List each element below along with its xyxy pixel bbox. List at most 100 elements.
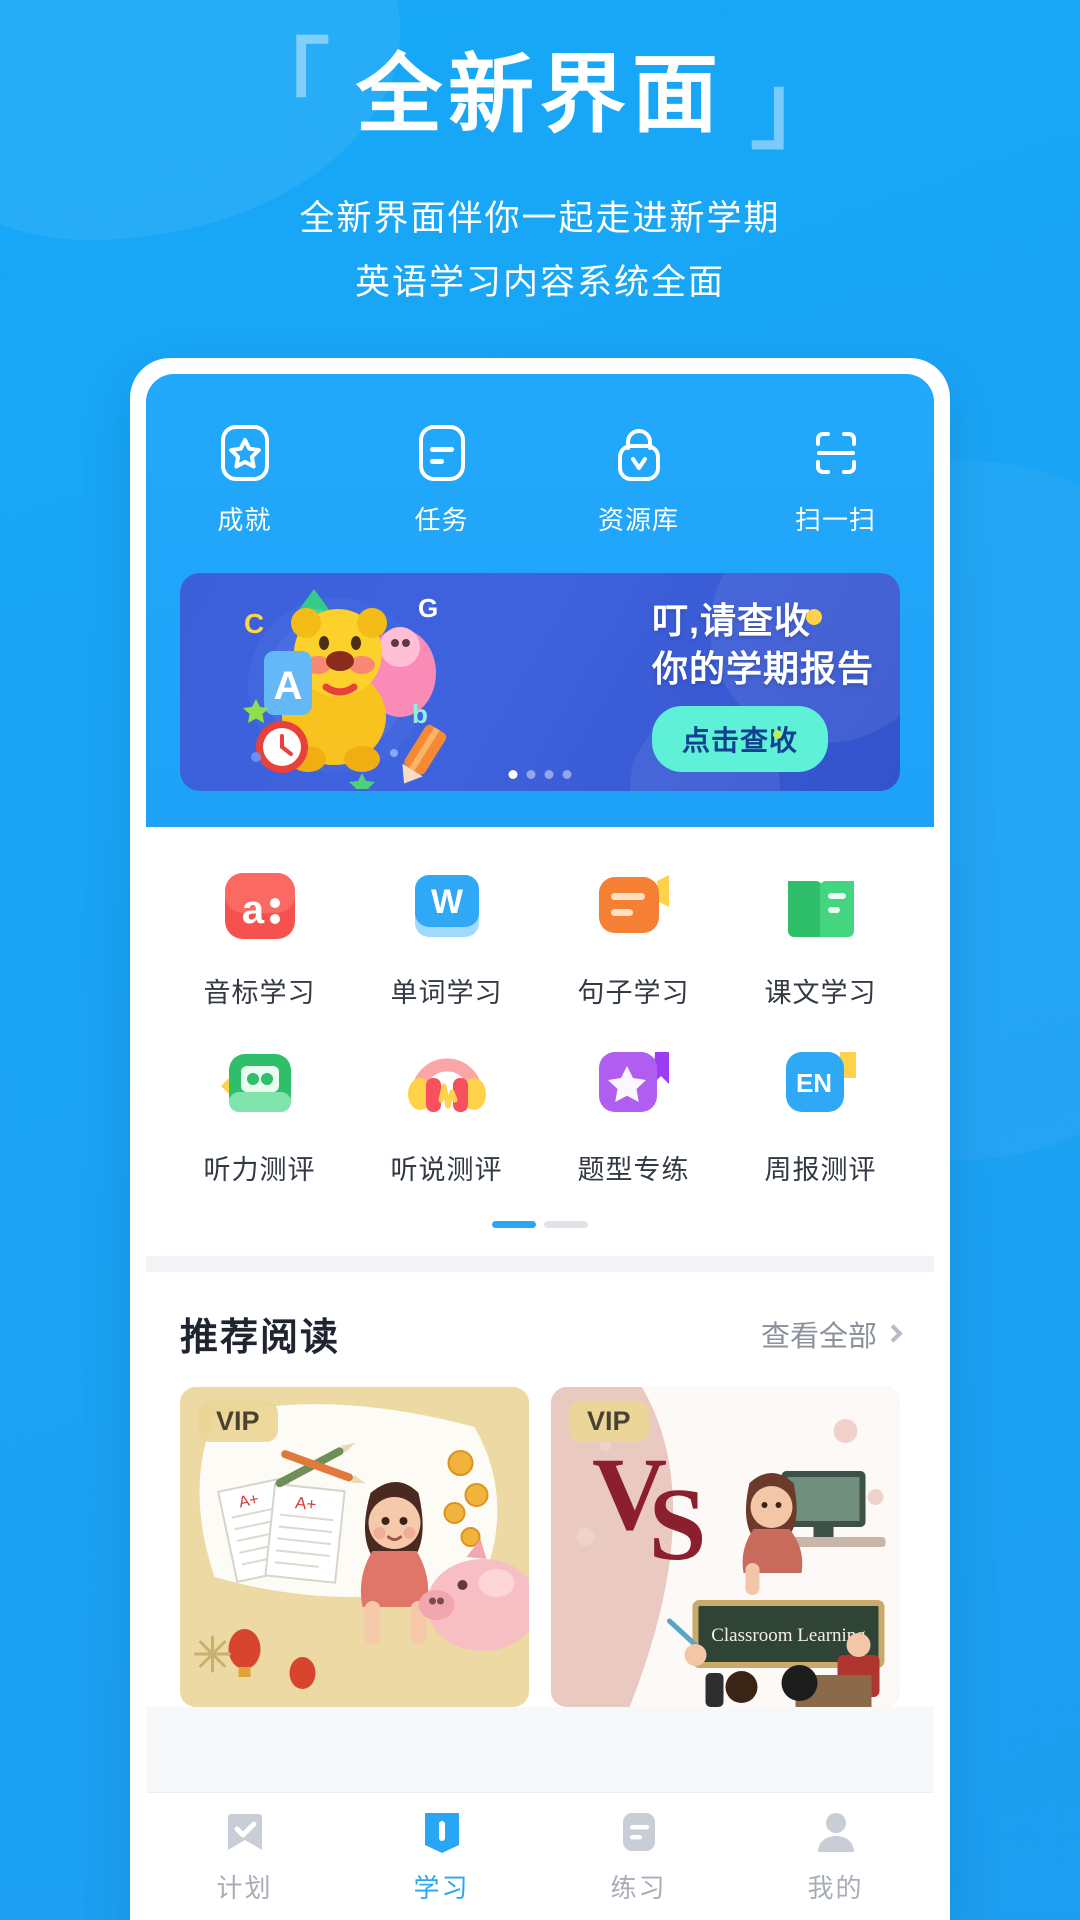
quick-action-label: 任务 [414,505,469,535]
task-list-icon [411,422,473,484]
svg-text:W: W [430,883,463,921]
tab-label: 练习 [610,1873,667,1903]
bracket-left: 「 [237,32,330,135]
hero-subtitle: 全新界面伴你一起走进新学期 英语学习内容系统全面 [0,187,1080,317]
module-grid: a 音标学习 W 单词学习 句子学习 课文学习 听力测评 听说测评 题型专练 E… [166,867,914,1221]
section-divider [146,1256,934,1272]
quick-action-library[interactable]: 资源库 [540,422,737,537]
vip-badge: VIP [569,1401,649,1442]
tab-label: 学习 [413,1873,470,1903]
module-weekly-report[interactable]: EN 周报测评 [727,1044,914,1187]
banner-dot[interactable] [508,770,518,779]
module-pager[interactable] [166,1221,914,1238]
star-bookmark-icon [591,1044,677,1130]
quick-action-label: 资源库 [597,505,679,535]
module-label: 音标学习 [203,978,316,1008]
quick-action-row: 成就 任务 资源库 扫一扫 [146,422,934,537]
hero-title-row: 「 全新界面 」 [0,37,1080,155]
chevron-right-icon [884,1324,903,1343]
book-open-icon [418,1808,466,1856]
svg-text:b: b [412,699,428,729]
phone-screen: 成就 任务 资源库 扫一扫 A C G b 叮,请查收 你的学期报告 点击查收 … [146,374,934,1920]
svg-text:a: a [241,888,264,932]
vip-badge: VIP [198,1401,278,1442]
promo-banner[interactable]: A C G b 叮,请查收 你的学期报告 点击查收 [180,573,900,791]
svg-text:S: S [649,1467,707,1582]
cassette-icon [217,1044,303,1130]
note-lines-icon [615,1808,663,1856]
banner-dot[interactable] [562,770,572,779]
quick-action-label: 成就 [217,505,272,535]
banner-line-2: 你的学期报告 [651,647,874,689]
hero-subtitle-line1: 全新界面伴你一起走进新学期 [299,198,781,238]
recommend-card[interactable]: A+ A+ VIP [180,1387,529,1707]
hero-subtitle-line2: 英语学习内容系统全面 [354,263,725,303]
headphone-icon [404,1044,490,1130]
svg-text:G: G [418,593,438,623]
banner-line-1: 叮,请查收 [651,600,811,641]
tab-label: 计划 [216,1873,273,1903]
recommend-reading-section: 推荐阅读 查看全部 A+ A+ VIP V S Classroom Learni… [146,1272,934,1707]
quick-action-label: 扫一扫 [794,505,876,535]
banner-dot[interactable] [544,770,554,779]
word-w-icon: W [404,867,490,953]
scan-frame-icon [805,422,867,484]
phone-mockup: 成就 任务 资源库 扫一扫 A C G b 叮,请查收 你的学期报告 点击查收 … [130,358,950,1920]
module-pager-bar[interactable] [492,1221,536,1228]
module-label: 课文学习 [764,978,877,1008]
open-book-icon [778,867,864,953]
module-label: 听说测评 [390,1155,503,1185]
module-word[interactable]: W 单词学习 [353,867,540,1010]
banner-text-block: 叮,请查收 你的学期报告 点击查收 [651,597,874,773]
bracket-right: 」 [750,58,843,161]
module-listening-test[interactable]: 听力测评 [166,1044,353,1187]
recommend-card[interactable]: V S Classroom Learning VIP [551,1387,900,1707]
bookmark-check-icon [221,1808,269,1856]
banner-pagination-dots[interactable] [508,770,572,779]
module-text[interactable]: 课文学习 [727,867,914,1010]
svg-text:EN: EN [795,1068,831,1098]
view-all-button[interactable]: 查看全部 [760,1313,903,1355]
view-all-label: 查看全部 [760,1320,877,1353]
phonetic-a-icon: a [217,867,303,953]
svg-text:A+: A+ [294,1493,317,1514]
module-question-drill[interactable]: 题型专练 [540,1044,727,1187]
svg-text:A: A [274,664,303,708]
star-square-icon [214,422,276,484]
module-phonetic[interactable]: a 音标学习 [166,867,353,1010]
module-label: 听力测评 [203,1155,316,1185]
section-title: 推荐阅读 [180,1317,341,1359]
blackboard-text: Classroom Learning [711,1625,866,1646]
banner-dot-green [773,730,782,739]
module-pager-bar[interactable] [544,1221,588,1228]
recommend-header: 推荐阅读 查看全部 [180,1306,903,1361]
quick-action-achievement[interactable]: 成就 [146,422,343,537]
app-top-panel: 成就 任务 资源库 扫一扫 A C G b 叮,请查收 你的学期报告 点击查收 [146,374,934,827]
banner-dot-yellow [806,609,822,625]
quick-action-task[interactable]: 任务 [343,422,540,537]
module-label: 题型专练 [577,1155,690,1185]
tab-study[interactable]: 学习 [343,1808,540,1905]
module-speaking-test[interactable]: 听说测评 [353,1044,540,1187]
library-lock-icon [608,422,670,484]
module-sentence[interactable]: 句子学习 [540,867,727,1010]
bear-mascot-illustration: A C G b [243,589,447,789]
svg-text:C: C [244,608,264,639]
recommend-card-list: A+ A+ VIP V S Classroom Learning VIP [180,1387,900,1707]
banner-dot[interactable] [526,770,536,779]
module-grid-section: a 音标学习 W 单词学习 句子学习 课文学习 听力测评 听说测评 题型专练 E… [146,827,934,1256]
hero-section: 「 全新界面 」 全新界面伴你一起走进新学期 英语学习内容系统全面 [0,0,1080,316]
tab-mine[interactable]: 我的 [737,1808,934,1905]
en-report-icon: EN [778,1044,864,1130]
banner-cta-button[interactable]: 点击查收 [651,706,828,773]
sentence-lines-icon [591,867,677,953]
tab-practice[interactable]: 练习 [540,1808,737,1905]
page-title: 全新界面 [356,47,724,143]
tab-plan[interactable]: 计划 [146,1808,343,1905]
promo-banner-wrap: A C G b 叮,请查收 你的学期报告 点击查收 [146,537,934,791]
module-label: 周报测评 [764,1155,877,1185]
tab-label: 我的 [807,1873,864,1903]
person-icon [812,1808,860,1856]
module-label: 句子学习 [577,978,690,1008]
quick-action-scan[interactable]: 扫一扫 [737,422,934,537]
